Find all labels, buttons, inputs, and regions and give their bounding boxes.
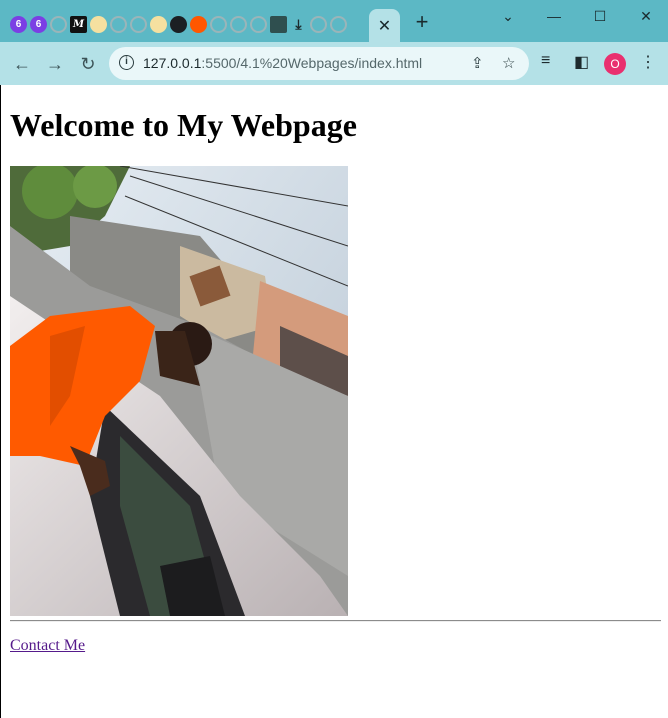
tab-favicon-11[interactable]	[210, 16, 227, 33]
browser-chrome: 6 6 M ⤓ ✕ + ⌄ — ☐ ✕ ← → ↻ i 127.0.0.1:55…	[0, 0, 668, 85]
tab-favicon-3[interactable]	[50, 16, 67, 33]
tab-favicon-typewriter[interactable]	[270, 16, 287, 33]
tab-favicon-17[interactable]	[330, 16, 347, 33]
tab-search-icon[interactable]: ⌄	[498, 6, 518, 26]
new-tab-button[interactable]: +	[411, 11, 433, 33]
tab-favicon-5[interactable]	[90, 16, 107, 33]
tab-favicon-12[interactable]	[230, 16, 247, 33]
tab-favicon-reddit[interactable]	[190, 16, 207, 33]
forward-button[interactable]: →	[43, 52, 67, 76]
browser-toolbar: ← → ↻ i 127.0.0.1:5500/4.1%20Webpages/in…	[0, 42, 668, 85]
contact-me-link[interactable]: Contact Me	[10, 637, 85, 655]
tab-favicon-7[interactable]	[130, 16, 147, 33]
back-button[interactable]: ←	[10, 52, 34, 76]
bookmark-star-icon[interactable]: ☆	[502, 54, 515, 72]
page-viewport: Welcome to My Webpage Contact Me	[0, 85, 668, 718]
close-window-button[interactable]: ✕	[636, 6, 656, 26]
maximize-button[interactable]: ☐	[590, 6, 610, 26]
url-path: :5500/4.1%20Webpages/index.html	[201, 55, 423, 71]
tab-favicon-13[interactable]	[250, 16, 267, 33]
menu-kebab-icon[interactable]: ⋮	[640, 52, 656, 72]
tab-favicon-8[interactable]	[150, 16, 167, 33]
url-text[interactable]: 127.0.0.1:5500/4.1%20Webpages/index.html	[143, 55, 422, 71]
divider	[10, 620, 661, 622]
close-tab-icon[interactable]: ✕	[378, 16, 391, 36]
reload-button[interactable]: ↻	[76, 52, 100, 76]
url-host: 127.0.0.1	[143, 55, 202, 71]
pinned-favicons: 6 6 M ⤓	[10, 16, 347, 33]
tab-favicon-1[interactable]: 6	[10, 16, 27, 33]
address-bar[interactable]: i 127.0.0.1:5500/4.1%20Webpages/index.ht…	[109, 47, 529, 80]
share-icon[interactable]: ⇪	[471, 54, 484, 72]
tab-favicon-16[interactable]	[310, 16, 327, 33]
page-heading: Welcome to My Webpage	[10, 107, 357, 143]
side-panel-icon[interactable]: ◧	[574, 52, 589, 72]
tab-favicon-medium[interactable]: M	[70, 16, 87, 33]
media-controls-icon[interactable]: ≡	[541, 52, 550, 70]
profile-photo	[10, 166, 348, 616]
site-info-icon[interactable]: i	[119, 55, 134, 70]
profile-avatar[interactable]: O	[604, 53, 626, 75]
active-tab[interactable]: ✕	[369, 9, 400, 42]
tab-favicon-2[interactable]: 6	[30, 16, 47, 33]
tab-favicon-download[interactable]: ⤓	[290, 16, 307, 33]
tab-favicon-6[interactable]	[110, 16, 127, 33]
tab-strip: 6 6 M ⤓ ✕ + ⌄ — ☐ ✕	[0, 0, 668, 42]
tab-favicon-github[interactable]	[170, 16, 187, 33]
minimize-button[interactable]: —	[544, 6, 564, 26]
